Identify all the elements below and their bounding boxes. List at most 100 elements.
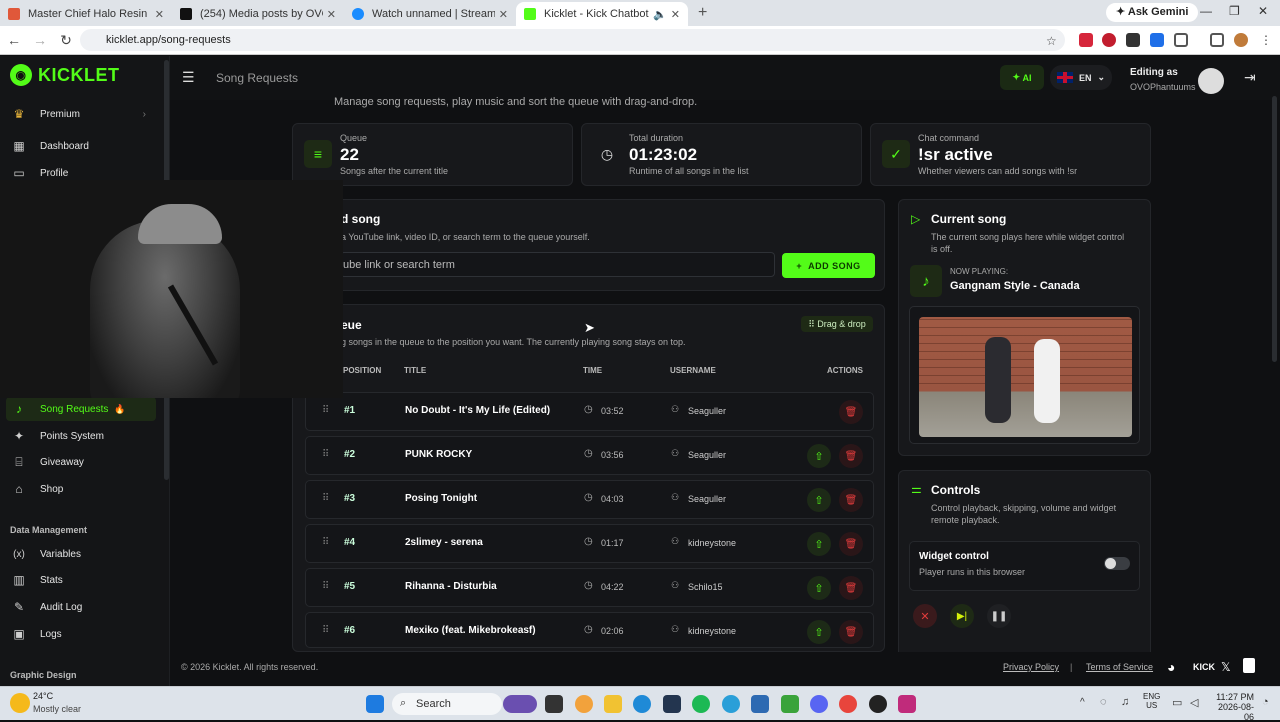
extension-icon[interactable] [1126,33,1140,47]
x-icon[interactable]: 𝕏 [1221,660,1231,674]
privacy-link[interactable]: Privacy Policy [1003,662,1059,672]
obs-icon[interactable] [869,695,887,713]
delete-icon[interactable]: 🗑 [839,488,863,512]
move-to-top-icon[interactable]: ⇧ [807,576,831,600]
ai-button[interactable]: ✦ AI [1000,65,1044,90]
table-row[interactable]: ⠿ #1 No Doubt - It's My Life (Edited) ◷ … [305,392,874,431]
drag-handle-icon[interactable]: ⠿ [322,625,329,636]
skip-icon[interactable]: ▶| [950,604,974,628]
display-icon[interactable]: ▭ [1172,696,1182,709]
reading-list-icon[interactable] [1210,33,1224,47]
back-icon[interactable]: ← [2,32,26,48]
delete-icon[interactable]: 🗑 [839,620,863,644]
avatar[interactable] [1198,68,1224,94]
sidebar-item-shop[interactable]: ⌂ Shop [6,477,156,501]
reload-icon[interactable]: ↻ [54,32,78,49]
taskbar-app-icon[interactable] [898,695,916,713]
song-search-input[interactable]: ube link or search term [340,252,775,277]
taskbar-app-icon[interactable] [663,695,681,713]
network-icon[interactable]: ◌ [1100,696,1107,708]
pause-icon[interactable]: ❚❚ [987,604,1011,628]
browser-tab-4[interactable]: Kicklet - Kick Chatbot, Kick🔈✕ [516,2,688,26]
close-tab-icon[interactable]: ✕ [327,8,336,21]
new-tab-button[interactable]: + [688,2,717,26]
maximize-icon[interactable]: ❐ [1229,4,1240,18]
clock[interactable]: 11:27 PM 2026-08-06 [1212,692,1254,722]
browser-tab-2[interactable]: (254) Media posts by OVOPhan✕ [172,2,344,26]
windows-start-icon[interactable] [366,695,384,713]
sidebar-item-song-requests[interactable]: ♪ Song Requests 🔥 [6,397,156,421]
table-row[interactable]: ⠿ #5 Rihanna - Disturbia ◷ 04:22 ⚇ Schil… [305,568,874,607]
kick-link[interactable]: KICK [1193,662,1215,672]
kicklet-logo[interactable]: ◉ KICKLET [10,64,120,86]
taskbar-app-icon[interactable] [751,695,769,713]
close-tab-icon[interactable]: ✕ [499,8,508,21]
discord-icon[interactable]: ◕ [1167,659,1175,675]
main-scrollbar[interactable] [1272,96,1277,362]
taskbar-app-icon[interactable] [503,695,537,713]
move-to-top-icon[interactable]: ⇧ [807,532,831,556]
table-row[interactable]: ⠿ #2 PUNK ROCKY ◷ 03:56 ⚇ Seaguller ⇧ 🗑 [305,436,874,475]
sidebar-item-giveaway[interactable]: ⌸ Giveaway [6,450,156,474]
logout-icon[interactable]: ⇥ [1244,69,1256,86]
drag-handle-icon[interactable]: ⠿ [322,405,329,416]
drag-handle-icon[interactable]: ⠿ [322,581,329,592]
delete-icon[interactable]: 🗑 [839,532,863,556]
speaker-icon[interactable]: 🔈 [653,8,667,21]
file-explorer-icon[interactable] [604,695,622,713]
puzzle-icon[interactable] [1174,33,1188,47]
url-field[interactable]: kicklet.app/song-requests [80,29,1065,51]
sidebar-item-points-system[interactable]: ✦ Points System [6,424,156,448]
taskbar-search[interactable]: Search [392,693,502,715]
browser-tab-3[interactable]: Watch unnamed | Streamable✕ [344,2,516,26]
taskbar-app-icon[interactable] [781,695,799,713]
tray-chevron-icon[interactable]: ^ [1080,697,1085,708]
spotify-icon[interactable] [692,695,710,713]
terms-link[interactable]: Terms of Service [1086,662,1153,672]
stop-icon[interactable]: ✕ [913,604,937,628]
move-to-top-icon[interactable]: ⇧ [807,444,831,468]
table-row[interactable]: ⠿ #3 Posing Tonight ◷ 04:03 ⚇ Seaguller … [305,480,874,519]
table-row[interactable]: ⠿ #6 Mexiko (feat. Mikebrokeasf) ◷ 02:06… [305,612,874,648]
telegram-icon[interactable] [722,695,740,713]
sidebar-item-variables[interactable]: (x) Variables [6,542,156,566]
sidebar-item-logs[interactable]: ▣ Logs [6,622,156,646]
drag-handle-icon[interactable]: ⠿ [322,537,329,548]
forward-icon[interactable]: → [28,32,52,48]
menu-dots-icon[interactable]: ⋮ [1260,33,1274,47]
sidebar-item-premium[interactable]: ♛ Premium › [6,102,156,126]
drag-handle-icon[interactable]: ⠿ [322,493,329,504]
delete-icon[interactable]: 🗑 [839,576,863,600]
ask-gemini-button[interactable]: ✦ Ask Gemini [1106,3,1199,22]
language-indicator[interactable]: ENG US [1143,692,1160,710]
notification-icon[interactable]: ◔ [1262,696,1269,708]
add-song-button[interactable]: + ADD SONG [782,253,875,278]
widget-control-toggle[interactable] [1104,557,1130,570]
extension-icon[interactable] [1102,33,1116,47]
mic-icon[interactable]: ♫ [1121,696,1129,708]
extension-icon[interactable] [1150,33,1164,47]
speaker-icon[interactable]: ◁ [1190,696,1198,709]
copilot-icon[interactable] [575,695,593,713]
extension-icon[interactable] [1079,33,1093,47]
move-to-top-icon[interactable]: ⇧ [807,620,831,644]
sidebar-item-dashboard[interactable]: ▦ Dashboard [6,134,156,158]
edge-icon[interactable] [633,695,651,713]
language-selector[interactable]: EN ⌄ [1050,65,1112,90]
menu-toggle-icon[interactable]: ☰ [182,69,195,86]
task-view-icon[interactable] [545,695,563,713]
delete-icon[interactable]: 🗑 [839,444,863,468]
minimize-icon[interactable]: — [1200,4,1212,18]
docs-icon[interactable] [1243,658,1255,673]
bookmark-star-icon[interactable]: ☆ [1046,34,1060,48]
chrome-icon[interactable] [839,695,857,713]
profile-avatar-icon[interactable] [1234,33,1248,47]
close-tab-icon[interactable]: ✕ [155,8,164,21]
discord-taskbar-icon[interactable] [810,695,828,713]
sidebar-item-audit-log[interactable]: ✎ Audit Log [6,595,156,619]
delete-icon[interactable]: 🗑 [839,400,863,424]
table-row[interactable]: ⠿ #4 2slimey - serena ◷ 01:17 ⚇ kidneyst… [305,524,874,563]
move-to-top-icon[interactable]: ⇧ [807,488,831,512]
close-tab-icon[interactable]: ✕ [671,8,680,21]
browser-tab-1[interactable]: Master Chief Halo Resin Lamp✕ [0,2,172,26]
